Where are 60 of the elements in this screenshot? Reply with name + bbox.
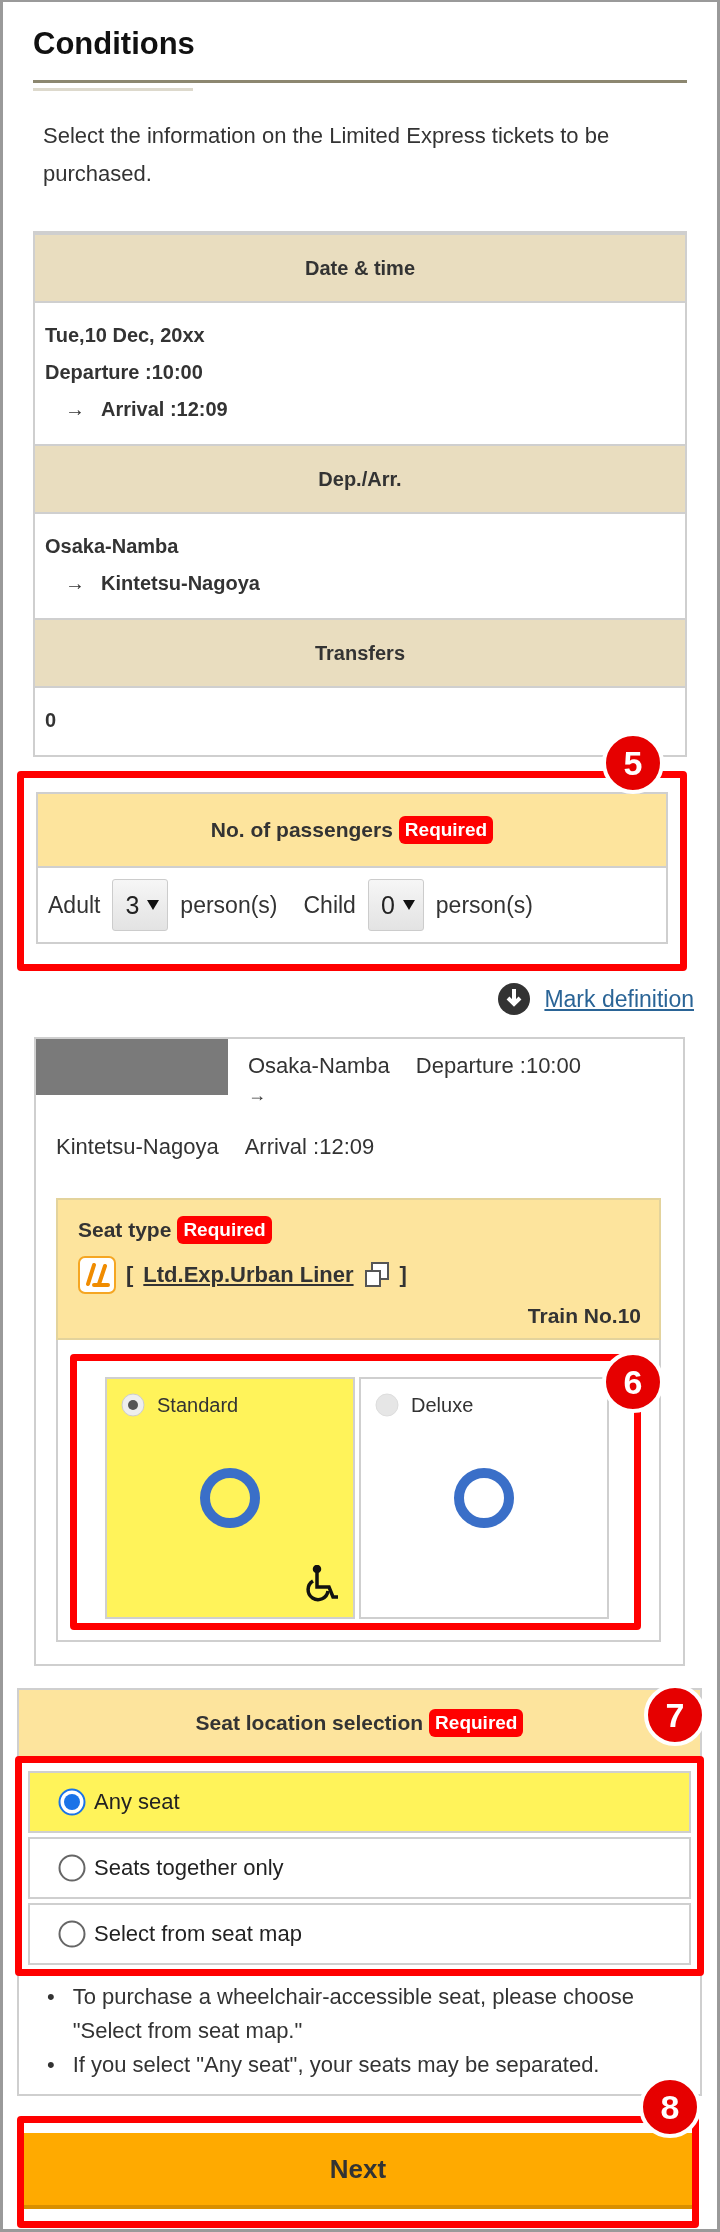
section-heading: Seat location selection bbox=[195, 1711, 424, 1735]
station-name: Osaka-Namba bbox=[248, 1053, 390, 1079]
count-select[interactable]: 0 bbox=[367, 879, 424, 931]
circle-icon bbox=[199, 1467, 261, 1529]
option-label: Standard bbox=[157, 1393, 239, 1417]
seat-location-option[interactable]: Seats together only bbox=[28, 1837, 691, 1899]
required-badge: Required bbox=[429, 1709, 524, 1737]
intro-text: Select the information on the Limited Express tickets to be purchased. bbox=[43, 122, 611, 188]
radio-button[interactable] bbox=[58, 1920, 86, 1948]
unit-label: person(s) bbox=[180, 891, 278, 919]
circle-icon bbox=[453, 1467, 515, 1529]
radio-icon bbox=[121, 1393, 145, 1417]
train-logo-icon bbox=[78, 1256, 116, 1294]
summary-text: 0 bbox=[45, 708, 57, 733]
option-label: Deluxe bbox=[411, 1393, 474, 1417]
unit-label: person(s) bbox=[435, 891, 533, 919]
seat-location-option[interactable]: Any seat bbox=[28, 1771, 691, 1833]
caret-icon bbox=[147, 900, 160, 910]
summary-text: Osaka-Namba bbox=[45, 534, 179, 559]
section-heading: No. of passengers bbox=[210, 818, 393, 842]
required-badge: Required bbox=[177, 1216, 272, 1244]
bracket-mark: [ bbox=[126, 1262, 134, 1288]
section-heading: Seat type bbox=[78, 1218, 172, 1242]
field-label: Child bbox=[303, 891, 356, 919]
next-button[interactable]: Next bbox=[24, 2133, 692, 2209]
note-text: If you select "Any seat", your seats may be separated. bbox=[72, 2051, 600, 2079]
required-badge: Required bbox=[398, 816, 494, 844]
seat-type-option[interactable]: Deluxe bbox=[359, 1377, 609, 1619]
summary-text: Departure :10:00 bbox=[45, 360, 203, 385]
train-name-link[interactable]: Ltd.Exp.Urban Liner bbox=[143, 1262, 354, 1288]
copy-icon bbox=[363, 1262, 390, 1288]
bullet-mark: • bbox=[47, 1983, 55, 2011]
summary-text: Kintetsu-Nagoya bbox=[101, 571, 260, 596]
seat-type-option[interactable]: Standard bbox=[105, 1377, 355, 1619]
download-icon bbox=[498, 983, 531, 1015]
arrow-mark: → bbox=[64, 397, 86, 422]
radio-button[interactable] bbox=[58, 1788, 86, 1816]
arrival-time: Arrival :12:09 bbox=[244, 1134, 375, 1160]
section-heading: Dep./Arr. bbox=[318, 467, 402, 491]
departure-time: Departure :10:00 bbox=[415, 1053, 581, 1079]
caret-icon bbox=[402, 900, 415, 910]
count-select[interactable]: 3 bbox=[112, 879, 169, 931]
note-text: To purchase a wheelchair-accessible seat, please choose "Select from seat map." bbox=[72, 1983, 636, 2045]
arrow-mark: → bbox=[64, 571, 86, 596]
radio-icon bbox=[375, 1393, 399, 1417]
station-name: Kintetsu-Nagoya bbox=[56, 1134, 219, 1160]
bullet-mark: • bbox=[47, 2051, 55, 2079]
summary-text: Tue,10 Dec, 20xx bbox=[45, 323, 205, 348]
mark-definition-link[interactable]: Mark definition bbox=[544, 985, 694, 1013]
step-number-badge: 6 bbox=[602, 1351, 664, 1413]
arrow-mark: → bbox=[248, 1085, 267, 1106]
summary-text: Arrival :12:09 bbox=[101, 397, 228, 422]
section-heading: Transfers bbox=[314, 641, 406, 665]
section-heading: Date & time bbox=[305, 256, 415, 280]
page-title: Conditions bbox=[32, 25, 196, 63]
bracket-mark: ] bbox=[399, 1262, 407, 1288]
train-number: Train No.10 bbox=[526, 1304, 641, 1328]
radio-button[interactable] bbox=[58, 1854, 86, 1882]
field-label: Adult bbox=[48, 891, 101, 919]
seat-location-option[interactable]: Select from seat map bbox=[28, 1903, 691, 1965]
